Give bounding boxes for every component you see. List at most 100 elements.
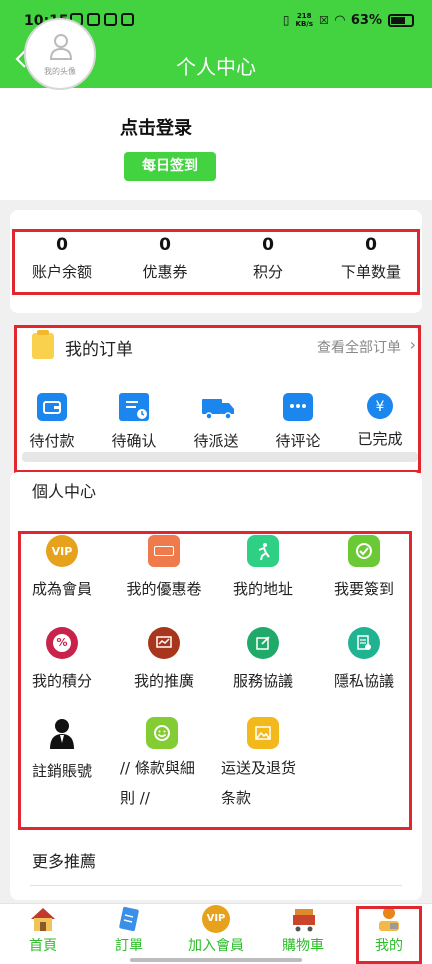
- stat-order-count[interactable]: 0 下单数量: [323, 235, 419, 282]
- stat-value: 0: [262, 235, 274, 255]
- image-icon: [247, 717, 279, 749]
- order-status-label: 待评论: [275, 432, 321, 450]
- grid-item-label: 隱私協議: [333, 672, 394, 690]
- battery-percent: 63%: [350, 12, 382, 28]
- svg-text:¥: ¥: [376, 399, 385, 415]
- grid-item-terms[interactable]: // 條款與細 則 //: [110, 717, 214, 813]
- nav-label: 我的: [375, 938, 403, 954]
- stat-balance[interactable]: 0 账户余额: [14, 235, 110, 282]
- nav-item-join-member[interactable]: VIP 加入會員: [173, 905, 259, 955]
- order-status-label: 已完成: [357, 430, 403, 448]
- terms-smile-icon: [146, 717, 178, 749]
- chevron-right-icon[interactable]: ›: [410, 335, 416, 354]
- percent-badge: %: [53, 634, 71, 652]
- nav-item-cart[interactable]: 購物車: [260, 905, 346, 955]
- grid-item-label: 成為會員: [31, 580, 92, 598]
- order-completed[interactable]: ¥ 已完成: [345, 393, 415, 449]
- order-status-label: 待确认: [111, 432, 157, 450]
- grid-item-check-in[interactable]: 我要簽到: [312, 535, 416, 603]
- grid-item-service-agreement[interactable]: 服務協議: [211, 627, 315, 695]
- wallet-icon: [37, 393, 67, 421]
- avatar[interactable]: 我的头像: [24, 18, 96, 90]
- avatar-caption: 我的头像: [44, 67, 76, 76]
- percent-icon: %: [46, 627, 78, 659]
- grid-item-label: 运送及退货 条款: [211, 753, 315, 813]
- grid-item-label: 服務協議: [232, 672, 293, 690]
- order-pending-payment[interactable]: 待付款: [17, 393, 87, 451]
- view-all-orders-link[interactable]: 查看全部订单: [317, 337, 401, 357]
- grid-item-privacy-agreement[interactable]: 隱私協議: [312, 627, 416, 695]
- stat-label: 账户余额: [31, 263, 92, 281]
- grid-item-my-points[interactable]: % 我的積分: [10, 627, 114, 695]
- nav-label: 加入會員: [188, 938, 244, 954]
- order-status-label: 待付款: [29, 432, 75, 450]
- grid-item-label: 我的積分: [31, 672, 92, 690]
- order-status-label: 待派送: [193, 432, 239, 450]
- app-notification-icon: [121, 13, 134, 26]
- order-list-icon: [115, 905, 143, 933]
- wifi-icon: ◠: [334, 12, 345, 28]
- nav-item-mine[interactable]: 我的: [346, 905, 432, 955]
- calendar-clock-icon: [119, 393, 149, 421]
- grid-item-my-coupons[interactable]: 我的優惠卷: [112, 535, 216, 603]
- personal-center-title: 個人中心: [32, 482, 97, 501]
- user-silhouette-icon: [46, 717, 78, 749]
- speed-unit: KB/s: [295, 20, 313, 28]
- app-notification-icon: [87, 13, 100, 26]
- label-line: 条款: [221, 789, 252, 807]
- stat-value: 0: [365, 235, 377, 255]
- home-icon: [29, 905, 57, 933]
- speed-value: 218: [296, 12, 312, 20]
- nav-item-orders[interactable]: 訂單: [86, 905, 172, 955]
- grid-item-label: 我的推廣: [133, 672, 194, 690]
- nav-label: 首頁: [29, 938, 57, 954]
- battery-icon: [388, 13, 414, 27]
- agreement-edit-icon: [247, 627, 279, 659]
- stat-value: 0: [159, 235, 171, 255]
- more-recommendations-title: 更多推薦: [32, 852, 97, 871]
- stat-label: 积分: [252, 263, 283, 281]
- grid-item-delete-account[interactable]: 註銷賬號: [10, 717, 114, 785]
- stat-label: 优惠券: [142, 263, 188, 281]
- sim-icon: ☒: [319, 13, 329, 27]
- comment-icon: [283, 393, 313, 421]
- label-line: 运送及退货: [221, 759, 297, 777]
- grid-item-label: 我的優惠卷: [126, 580, 202, 598]
- stat-coupons[interactable]: 0 优惠券: [117, 235, 213, 282]
- grid-item-shipping-returns[interactable]: 运送及退货 条款: [211, 717, 315, 813]
- grid-item-label: // 條款與細 則 //: [110, 753, 214, 813]
- network-speed: 218 KB/s: [296, 12, 313, 28]
- grid-item-label: 註銷賬號: [31, 762, 92, 780]
- grid-item-my-address[interactable]: 我的地址: [211, 535, 315, 603]
- app-notification-icon: [104, 13, 117, 26]
- stat-value: 0: [56, 235, 68, 255]
- login-link[interactable]: 点击登录: [120, 114, 192, 140]
- grid-item-label: 我的地址: [232, 580, 293, 598]
- divider: [30, 885, 402, 886]
- grid-item-label: 我要簽到: [333, 580, 394, 598]
- profile-icon: [375, 905, 403, 933]
- nav-label: 購物車: [282, 938, 324, 954]
- truck-icon: [201, 393, 234, 421]
- label-line: 則 //: [120, 789, 150, 807]
- privacy-doc-icon: [348, 627, 380, 659]
- shopping-cart-icon: [289, 905, 317, 933]
- order-pending-delivery[interactable]: 待派送: [181, 393, 251, 451]
- order-pending-confirm[interactable]: 待确认: [99, 393, 169, 451]
- gesture-bar: [130, 958, 302, 962]
- stat-points[interactable]: 0 积分: [220, 235, 316, 282]
- nav-item-home[interactable]: 首頁: [0, 905, 86, 955]
- grid-item-become-member[interactable]: VIP 成為會員: [10, 535, 114, 603]
- coupon-icon: [148, 535, 180, 567]
- vip-icon: VIP: [46, 535, 78, 567]
- grid-item-my-promotion[interactable]: 我的推廣: [112, 627, 216, 695]
- promotion-chart-icon: [148, 627, 180, 659]
- label-line: // 條款與細: [120, 759, 195, 777]
- orders-title: 我的订单: [65, 340, 133, 360]
- runner-icon: [247, 535, 279, 567]
- profile-section: [0, 88, 432, 200]
- nav-label: 訂單: [115, 938, 143, 954]
- daily-checkin-button[interactable]: 每日签到: [124, 152, 216, 181]
- clipboard-icon: [32, 330, 54, 359]
- order-pending-review[interactable]: 待评论: [263, 393, 333, 451]
